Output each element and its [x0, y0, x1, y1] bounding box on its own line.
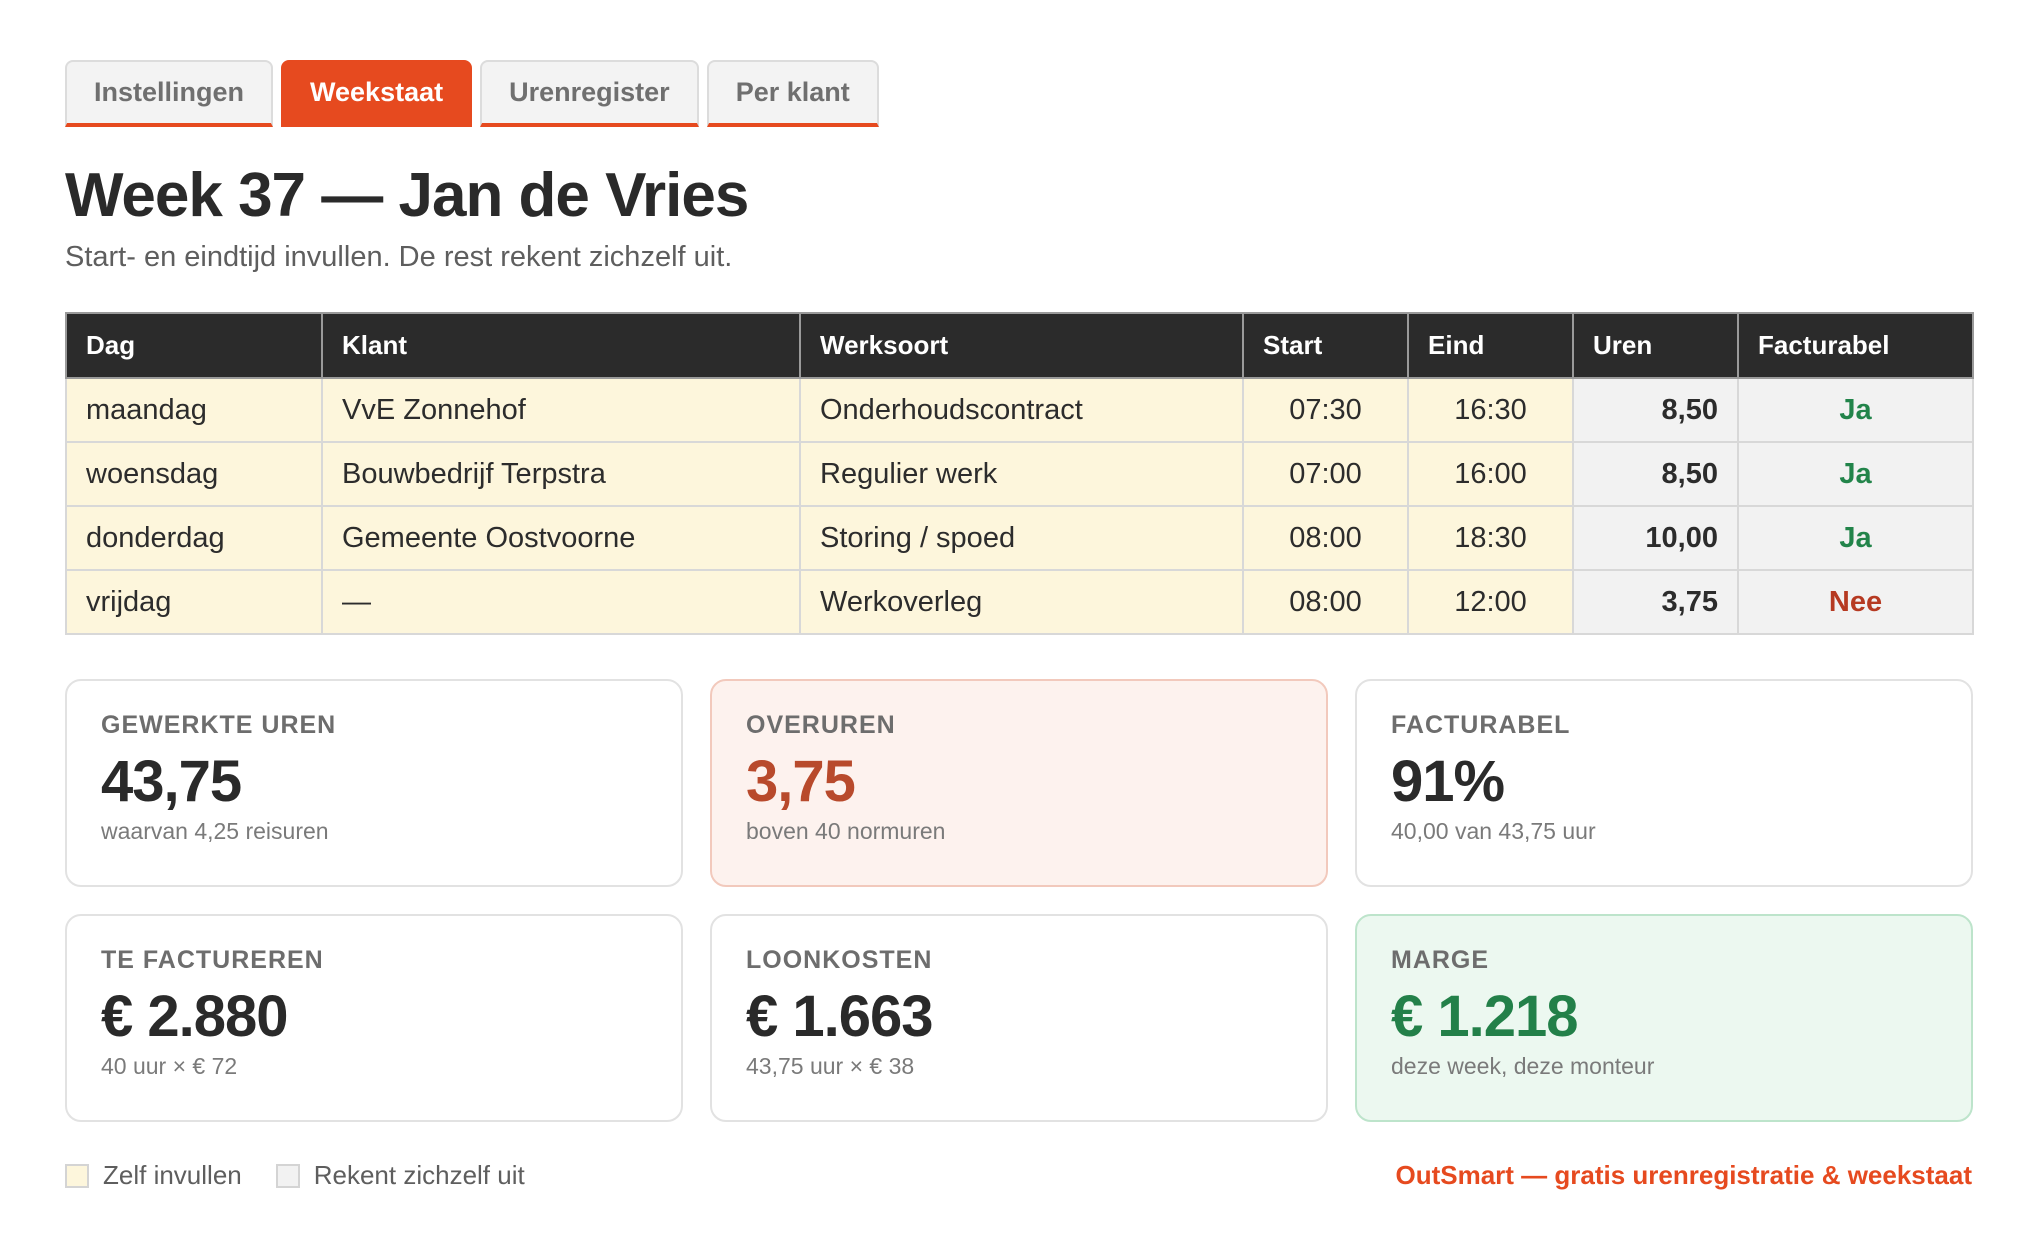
weekstaat-page: Instellingen Weekstaat Urenregister Per … [65, 60, 1974, 1191]
card-value: 91% [1391, 749, 1505, 814]
cell-eind[interactable]: 16:00 [1407, 441, 1574, 507]
card-te-factureren: TE FACTUREREN € 2.880 40 uur × € 72 [65, 914, 683, 1122]
page-subtitle: Start- en eindtijd invullen. De rest rek… [65, 241, 733, 273]
cell-dag[interactable]: donderdag [65, 505, 323, 571]
legend-label: Zelf invullen [103, 1160, 242, 1190]
card-facturabel: FACTURABEL 91% 40,00 van 43,75 uur [1355, 679, 1973, 887]
cell-start[interactable]: 08:00 [1242, 505, 1409, 571]
card-value: € 2.880 [101, 984, 289, 1049]
cell-facturabel: Ja [1737, 441, 1974, 507]
cell-eind[interactable]: 16:30 [1407, 377, 1574, 443]
table-header-row: Dag Klant Werksoort Start Eind Uren Fact… [65, 312, 1974, 379]
column-header-dag: Dag [65, 312, 323, 379]
column-header-facturabel: Facturabel [1737, 312, 1974, 379]
cell-klant[interactable]: Gemeente Oostvoorne [321, 505, 801, 571]
cell-werksoort[interactable]: Regulier werk [799, 441, 1244, 507]
legend-item-calc: Rekent zichzelf uit [275, 1160, 525, 1191]
calc-swatch-icon [275, 1163, 300, 1188]
card-label: FACTURABEL [1391, 711, 1571, 739]
legend-item-input: Zelf invullen [65, 1160, 242, 1191]
cell-uren: 3,75 [1572, 569, 1739, 635]
cell-eind[interactable]: 18:30 [1407, 505, 1574, 571]
cell-werksoort[interactable]: Storing / spoed [799, 505, 1244, 571]
cell-klant[interactable]: — [321, 569, 801, 635]
summary-cards: GEWERKTE UREN 43,75 waarvan 4,25 reisure… [65, 679, 1973, 1122]
card-subtext: deze week, deze monteur [1391, 1052, 1655, 1079]
card-value: € 1.663 [746, 984, 934, 1049]
cell-facturabel: Ja [1737, 505, 1974, 571]
footer: Zelf invullen Rekent zichzelf uit OutSma… [65, 1160, 1972, 1191]
cell-dag[interactable]: vrijdag [65, 569, 323, 635]
card-subtext: 40,00 van 43,75 uur [1391, 817, 1596, 844]
cell-dag[interactable]: maandag [65, 377, 323, 443]
card-overuren: OVERUREN 3,75 boven 40 normuren [710, 679, 1328, 887]
week-table: Dag Klant Werksoort Start Eind Uren Fact… [65, 312, 1974, 635]
cell-facturabel: Ja [1737, 377, 1974, 443]
cell-uren: 8,50 [1572, 441, 1739, 507]
cell-facturabel: Nee [1737, 569, 1974, 635]
card-subtext: boven 40 normuren [746, 817, 946, 844]
card-value: 3,75 [746, 749, 856, 814]
legend: Zelf invullen Rekent zichzelf uit [65, 1160, 525, 1191]
column-header-eind: Eind [1407, 312, 1574, 379]
card-subtext: waarvan 4,25 reisuren [101, 817, 329, 844]
cell-uren: 8,50 [1572, 377, 1739, 443]
cell-start[interactable]: 08:00 [1242, 569, 1409, 635]
cell-uren: 10,00 [1572, 505, 1739, 571]
column-header-klant: Klant [321, 312, 801, 379]
tab-bar: Instellingen Weekstaat Urenregister Per … [65, 60, 1972, 127]
tab-per-klant[interactable]: Per klant [706, 60, 879, 127]
card-label: TE FACTUREREN [101, 946, 324, 974]
cell-eind[interactable]: 12:00 [1407, 569, 1574, 635]
cell-start[interactable]: 07:30 [1242, 377, 1409, 443]
column-header-werksoort: Werksoort [799, 312, 1244, 379]
tab-instellingen[interactable]: Instellingen [65, 60, 274, 127]
card-label: GEWERKTE UREN [101, 711, 337, 739]
cell-klant[interactable]: Bouwbedrijf Terpstra [321, 441, 801, 507]
card-subtext: 43,75 uur × € 38 [746, 1052, 915, 1079]
cell-klant[interactable]: VvE Zonnehof [321, 377, 801, 443]
card-label: LOONKOSTEN [746, 946, 933, 974]
cell-dag[interactable]: woensdag [65, 441, 323, 507]
card-value: € 1.218 [1391, 984, 1579, 1049]
card-gewerkte-uren: GEWERKTE UREN 43,75 waarvan 4,25 reisure… [65, 679, 683, 887]
table-row: donderdag Gemeente Oostvoorne Storing / … [65, 505, 1974, 571]
brand-link[interactable]: OutSmart — gratis urenregistratie & week… [1395, 1160, 1972, 1191]
column-header-uren: Uren [1572, 312, 1739, 379]
card-label: MARGE [1391, 946, 1490, 974]
card-value: 43,75 [101, 749, 242, 814]
cell-start[interactable]: 07:00 [1242, 441, 1409, 507]
column-header-start: Start [1242, 312, 1409, 379]
tab-urenregister[interactable]: Urenregister [480, 60, 699, 127]
page-title: Week 37 — Jan de Vries [65, 161, 749, 230]
card-marge: MARGE € 1.218 deze week, deze monteur [1355, 914, 1973, 1122]
card-subtext: 40 uur × € 72 [101, 1052, 238, 1079]
input-swatch-icon [65, 1163, 89, 1188]
table-row: maandag VvE Zonnehof Onderhoudscontract … [65, 377, 1974, 443]
cell-werksoort[interactable]: Werkoverleg [799, 569, 1244, 635]
table-row: vrijdag — Werkoverleg 08:00 12:00 3,75 N… [65, 569, 1974, 635]
card-label: OVERUREN [746, 711, 896, 739]
tab-weekstaat[interactable]: Weekstaat [281, 60, 473, 127]
cell-werksoort[interactable]: Onderhoudscontract [799, 377, 1244, 443]
legend-label: Rekent zichzelf uit [313, 1160, 525, 1190]
table-row: woensdag Bouwbedrijf Terpstra Regulier w… [65, 441, 1974, 507]
card-loonkosten: LOONKOSTEN € 1.663 43,75 uur × € 38 [710, 914, 1328, 1122]
